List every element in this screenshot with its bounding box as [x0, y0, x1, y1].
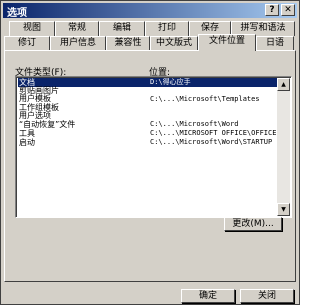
file-type-cell: 工具	[19, 129, 35, 138]
vertical-scrollbar[interactable]: ▲ ▼	[277, 78, 290, 216]
tab-file-locations[interactable]: 文件位置	[198, 34, 256, 51]
file-type-cell: 启动	[19, 138, 35, 147]
tab-compatibility[interactable]: 兼容性	[106, 36, 150, 51]
tab-track-changes[interactable]: 修订	[4, 36, 50, 51]
tab-user-info[interactable]: 用户信息	[50, 36, 106, 51]
ok-button[interactable]: 确定	[181, 289, 235, 303]
list-item[interactable]: 用户选项	[18, 111, 277, 120]
file-type-cell: 用户模板	[19, 94, 51, 103]
close-button[interactable]: ✕	[281, 4, 295, 16]
help-button[interactable]: ?	[265, 4, 279, 16]
list-item[interactable]: 用户模板 C:\...\Microsoft\Templates	[18, 94, 277, 103]
title-bar: 选项 ? ✕	[3, 3, 297, 19]
file-locations-list[interactable]: 文档 D:\得心应手 剪贴画图片 用户模板 C:\...\Microsoft\T…	[15, 76, 292, 218]
location-cell: C:\...\Microsoft\Templates	[150, 95, 260, 103]
file-type-cell: 用户选项	[19, 111, 51, 120]
close-dialog-button[interactable]: 关闭	[240, 289, 294, 303]
modify-button[interactable]: 更改(M)...	[224, 217, 282, 231]
tab-japanese[interactable]: 日语	[256, 36, 294, 51]
location-cell: C:\...\Microsoft\Word\STARTUP	[150, 138, 273, 146]
options-dialog: 选项 ? ✕ 视图 常规 编辑 打印 保存 拼写和语法 修订 用户信息 兼容性 …	[0, 0, 300, 305]
tab-asian-typography[interactable]: 中文版式	[150, 36, 198, 51]
list-item[interactable]: 启动 C:\...\Microsoft\Word\STARTUP	[18, 138, 277, 147]
tab-view[interactable]: 视图	[9, 21, 55, 36]
tab-print[interactable]: 打印	[145, 21, 189, 36]
tab-edit[interactable]: 编辑	[99, 21, 145, 36]
location-cell: C:\...\MICROSOFT OFFICE\OFFICE	[150, 129, 277, 137]
file-type-cell: “自动恢复”文件	[19, 120, 76, 129]
list-item[interactable]: “自动恢复”文件 C:\...\Microsoft\Word	[18, 120, 277, 129]
location-cell: C:\...\Microsoft\Word	[150, 120, 239, 128]
list-item[interactable]: 工具 C:\...\MICROSOFT OFFICE\OFFICE	[18, 129, 277, 138]
window-title: 选项	[7, 8, 27, 19]
scroll-up-icon[interactable]: ▲	[277, 78, 290, 91]
scroll-down-icon[interactable]: ▼	[277, 203, 290, 216]
file-locations-panel: 文件类型(F): 位置: 文档 D:\得心应手 剪贴画图片 用户模板 C:\..…	[4, 50, 296, 282]
tab-general[interactable]: 常规	[55, 21, 99, 36]
